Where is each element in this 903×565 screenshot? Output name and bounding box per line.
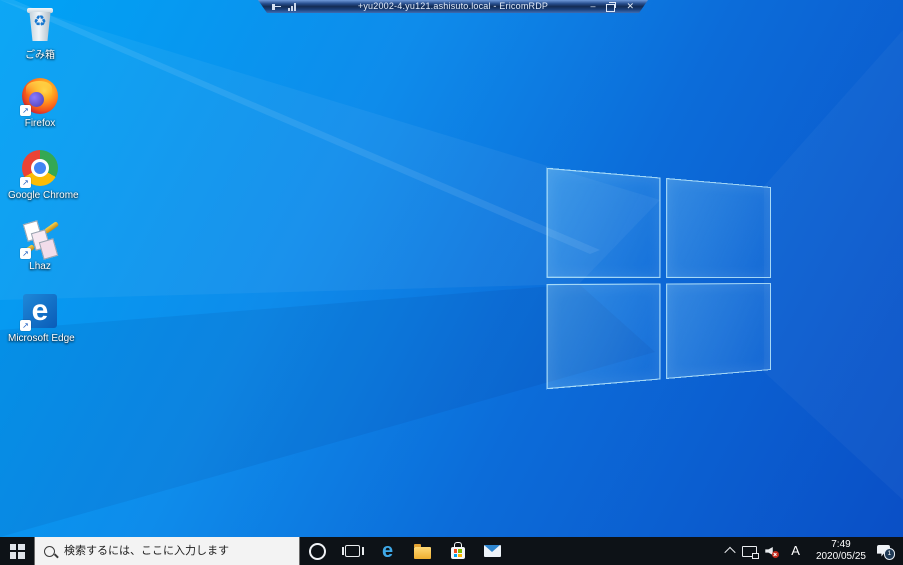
close-button[interactable]: ✕ <box>626 0 634 13</box>
desktop-wallpaper: ♻ ごみ箱 ↗ Firefox ↗ Google Chrome ↗ Lhaz e… <box>0 0 903 537</box>
restore-button[interactable] <box>606 4 615 12</box>
desktop-icon-recycle-bin[interactable]: ♻ ごみ箱 <box>8 5 72 61</box>
mail-button[interactable] <box>475 537 510 565</box>
task-view-button[interactable] <box>335 537 370 565</box>
ethernet-network-icon <box>742 546 757 557</box>
recycle-bin-icon: ♻ <box>20 5 60 45</box>
ime-mode-button[interactable]: A <box>782 537 809 565</box>
clock-time: 7:49 <box>816 539 866 551</box>
desktop-icon-lhaz[interactable]: ↗ Lhaz <box>8 220 72 272</box>
search-input[interactable] <box>62 544 290 558</box>
taskbar: e <box>0 537 903 565</box>
desktop-icon-label: Firefox <box>8 118 72 129</box>
task-view-icon <box>345 545 360 557</box>
taskbar-search-box[interactable] <box>34 537 300 565</box>
search-icon <box>44 546 55 557</box>
chrome-core <box>34 162 46 174</box>
chrome-icon: ↗ <box>20 149 60 189</box>
edge-icon: e <box>382 541 393 561</box>
recycle-symbol-icon: ♻ <box>20 14 60 29</box>
desktop-icon-label: Google Chrome <box>8 190 72 201</box>
desktop-icon-firefox[interactable]: ↗ Firefox <box>8 77 72 129</box>
firefox-icon: ↗ <box>20 77 60 117</box>
desktop-icon-label: Microsoft Edge <box>8 333 72 344</box>
taskbar-clock[interactable]: 7:49 2020/05/25 <box>809 537 873 565</box>
mail-envelope-icon <box>484 545 501 557</box>
desktop-icon-label: Lhaz <box>8 261 72 272</box>
lhaz-icon: ↗ <box>20 220 60 260</box>
cortana-icon <box>309 543 326 560</box>
shortcut-arrow-icon: ↗ <box>20 177 31 188</box>
action-center-icon: 1 <box>877 545 892 558</box>
start-button[interactable] <box>0 537 34 565</box>
windows-logo-pane <box>546 283 660 389</box>
shortcut-arrow-icon: ↗ <box>20 320 31 331</box>
shortcut-arrow-icon: ↗ <box>20 105 31 116</box>
shortcut-arrow-icon: ↗ <box>20 248 31 259</box>
store-bag-icon <box>451 547 465 559</box>
folder-icon <box>414 547 431 559</box>
volume-muted-icon <box>765 545 778 557</box>
file-explorer-button[interactable] <box>405 537 440 565</box>
desktop-icon-microsoft-edge[interactable]: e ↗ Microsoft Edge <box>8 292 72 344</box>
rdp-connection-bar[interactable]: +yu2002-4.yu121.ashisuto.local - EricomR… <box>258 0 648 13</box>
windows-logo-pane <box>666 283 771 379</box>
system-tray: A 7:49 2020/05/25 1 <box>722 537 903 565</box>
cortana-button[interactable] <box>300 537 335 565</box>
network-status-button[interactable] <box>738 537 761 565</box>
remote-desktop-screen: ♻ ごみ箱 ↗ Firefox ↗ Google Chrome ↗ Lhaz e… <box>0 0 903 565</box>
firefox-globe <box>29 92 44 107</box>
windows-logo <box>546 168 771 390</box>
windows-start-icon <box>10 544 25 559</box>
desktop-icon-google-chrome[interactable]: ↗ Google Chrome <box>8 149 72 201</box>
volume-button[interactable] <box>761 537 782 565</box>
desktop-icon-label: ごみ箱 <box>8 46 72 61</box>
clock-date: 2020/05/25 <box>816 551 866 563</box>
tray-overflow-button[interactable] <box>722 537 738 565</box>
chevron-up-icon <box>725 547 736 558</box>
edge-icon: e ↗ <box>20 292 60 332</box>
lhaz-paper <box>39 238 58 259</box>
notification-badge: 1 <box>884 548 896 560</box>
windows-logo-pane <box>666 178 771 278</box>
action-center-button[interactable]: 1 <box>873 537 900 565</box>
ime-indicator: A <box>786 537 805 565</box>
windows-logo-pane <box>546 168 660 278</box>
microsoft-store-button[interactable] <box>440 537 475 565</box>
taskbar-edge-button[interactable]: e <box>370 537 405 565</box>
minimize-button[interactable]: – <box>590 0 595 13</box>
